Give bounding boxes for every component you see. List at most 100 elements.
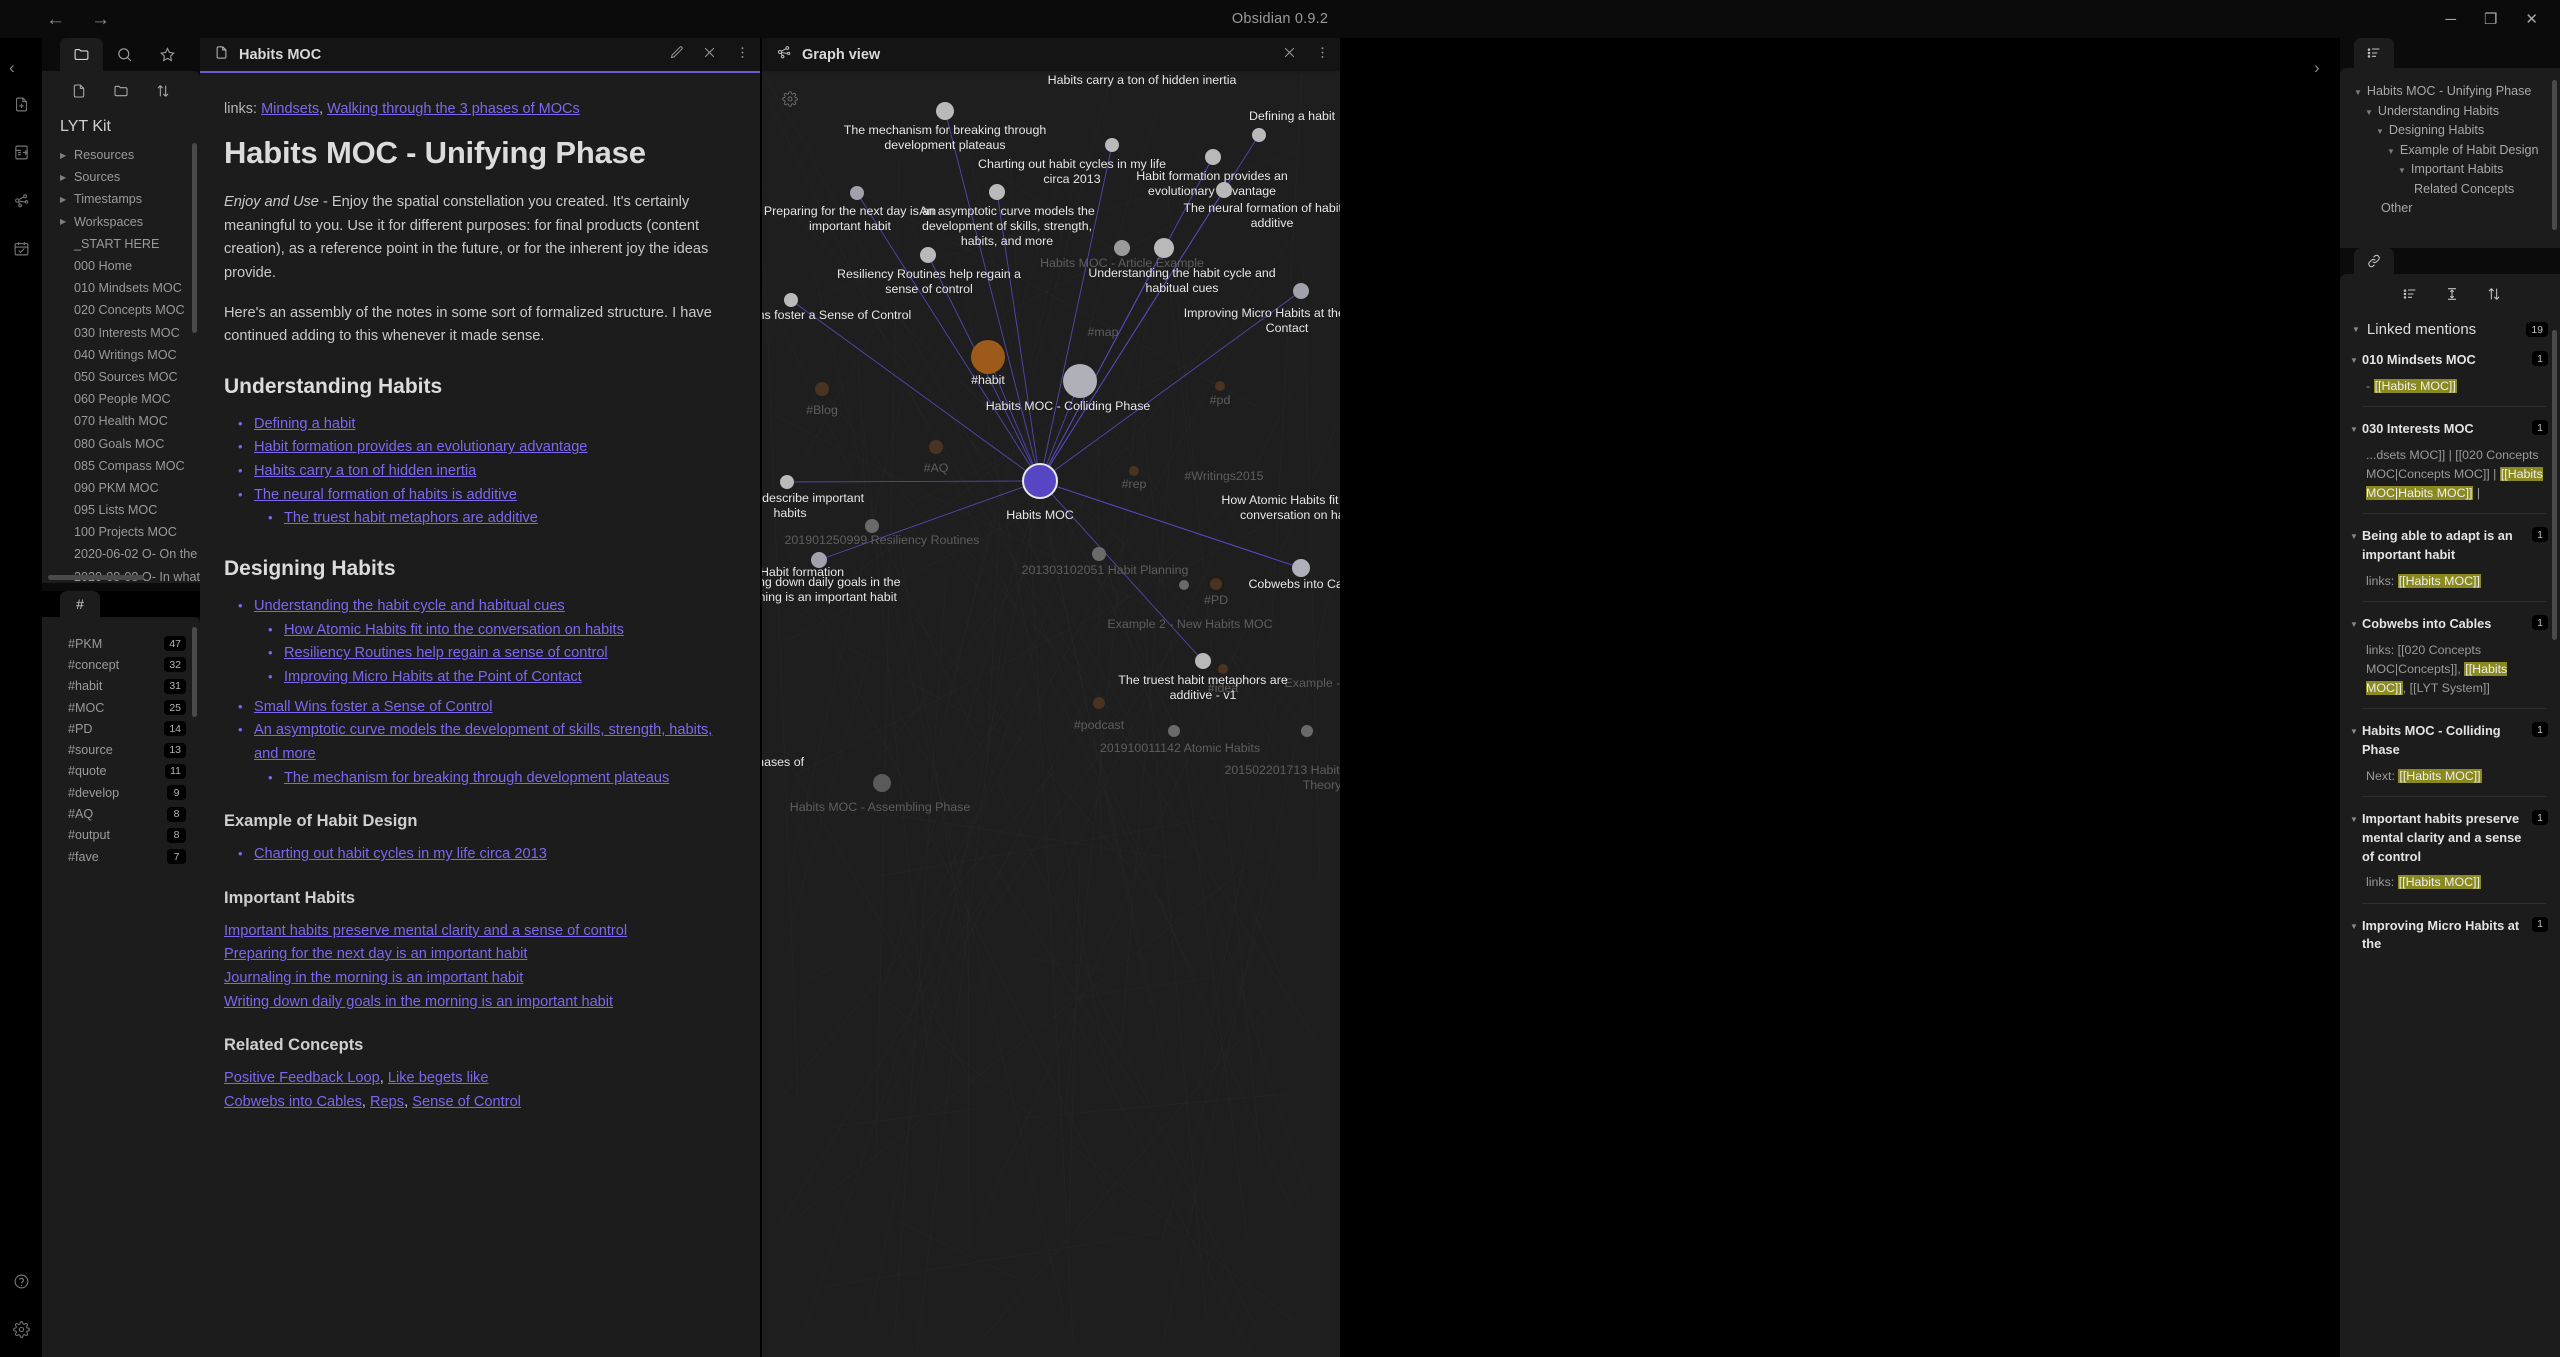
minimize-icon[interactable]: ─ <box>2445 12 2456 27</box>
note-link[interactable]: The neural formation of habits is additi… <box>254 487 517 503</box>
tag-item[interactable]: #concept 32 <box>42 654 200 675</box>
file-tree-hscrollbar[interactable] <box>48 575 144 580</box>
note-link[interactable]: Resiliency Routines help regain a sense … <box>284 645 608 661</box>
graph-node[interactable] <box>1205 149 1221 165</box>
mention-title-row[interactable]: ▼ Improving Micro Habits at the 1 <box>2350 916 2552 954</box>
note-link[interactable]: Habits carry a ton of hidden inertia <box>254 463 476 479</box>
file-item[interactable]: 040 Writings MOC <box>42 344 200 366</box>
note-link[interactable]: Understanding the habit cycle and habitu… <box>254 598 565 614</box>
graph-node[interactable] <box>971 340 1005 374</box>
graph-canvas[interactable]: Habits carry a ton of hidden inertia Defi… <box>762 73 1340 1357</box>
graph-node[interactable] <box>780 475 794 489</box>
graph-node[interactable] <box>1154 238 1174 258</box>
quick-switcher-icon[interactable] <box>13 144 30 166</box>
graph-node[interactable] <box>850 186 864 200</box>
file-item[interactable]: 2020-06-02 O- On the proc <box>42 543 200 565</box>
tab-starred[interactable] <box>146 38 189 71</box>
file-item[interactable]: _START HERE <box>42 233 200 255</box>
graph-node[interactable] <box>1092 547 1106 561</box>
graph-node[interactable] <box>1063 364 1097 398</box>
show-more-context-icon[interactable] <box>2444 286 2460 307</box>
related-concept-link[interactable]: Reps <box>370 1094 404 1110</box>
graph-node[interactable] <box>1195 653 1211 669</box>
mention-title-row[interactable]: ▼ Being able to adapt is an important hab… <box>2350 527 2552 564</box>
tab-backlinks[interactable] <box>2354 248 2394 274</box>
outline-item[interactable]: ▼ Designing Habits <box>2354 121 2552 141</box>
file-item[interactable]: 000 Home <box>42 255 200 277</box>
create-note-icon[interactable] <box>13 96 30 118</box>
outline-item[interactable]: Related Concepts <box>2354 180 2552 200</box>
graph-node[interactable] <box>1252 128 1266 142</box>
outline-item[interactable]: ▼ Example of Habit Design <box>2354 141 2552 161</box>
related-concept-link[interactable]: Sense of Control <box>412 1094 521 1110</box>
folder-item[interactable]: ▶ Resources <box>42 144 200 166</box>
help-icon[interactable] <box>13 1273 30 1295</box>
note-link[interactable]: The truest habit metaphors are additive <box>284 510 538 526</box>
file-item[interactable]: 100 Projects MOC <box>42 521 200 543</box>
related-concept-link[interactable]: Positive Feedback Loop <box>224 1070 380 1086</box>
outline-scrollbar[interactable] <box>2552 80 2557 230</box>
collapse-sidebar-icon[interactable]: ‹ <box>9 58 15 78</box>
file-item[interactable]: 095 Lists MOC <box>42 499 200 521</box>
graph-node[interactable] <box>920 247 936 263</box>
graph-node[interactable] <box>989 184 1005 200</box>
linked-mentions-header[interactable]: ▼ Linked mentions 19 <box>2352 321 2552 338</box>
graph-node[interactable] <box>865 519 879 533</box>
mention-title-row[interactable]: ▼ Habits MOC - Colliding Phase 1 <box>2350 722 2552 759</box>
graph-node[interactable] <box>1215 381 1225 391</box>
outline-item[interactable]: ▼ Important Habits <box>2354 160 2552 180</box>
graph-settings-gear-icon[interactable] <box>782 91 798 112</box>
outline-item[interactable]: ▼ Understanding Habits <box>2354 102 2552 122</box>
tag-item[interactable]: #output 8 <box>42 825 200 846</box>
outline-item[interactable]: ▼ Habits MOC - Unifying Phase <box>2354 82 2552 102</box>
important-habit-link[interactable]: Important habits preserve mental clarity… <box>224 920 730 944</box>
graph-node[interactable] <box>873 774 891 792</box>
graph-node[interactable] <box>1293 283 1309 299</box>
graph-node[interactable] <box>1301 725 1313 737</box>
mention-title-row[interactable]: ▼ Cobwebs into Cables 1 <box>2350 615 2552 634</box>
note-link[interactable]: Improving Micro Habits at the Point of C… <box>284 669 582 685</box>
mention-title-row[interactable]: ▼ 030 Interests MOC 1 <box>2350 420 2552 439</box>
tag-item[interactable]: #PD 14 <box>42 718 200 739</box>
graph-node[interactable] <box>936 102 954 120</box>
tag-list-scrollbar[interactable] <box>192 627 197 717</box>
header-link-walking-phases[interactable]: Walking through the 3 phases of MOCs <box>327 101 580 117</box>
important-habit-link[interactable]: Journaling in the morning is an importan… <box>224 967 730 991</box>
file-item[interactable]: 050 Sources MOC <box>42 366 200 388</box>
note-link[interactable]: Small Wins foster a Sense of Control <box>254 699 492 715</box>
more-options-icon[interactable] <box>735 45 750 65</box>
graph-node[interactable] <box>1216 182 1232 198</box>
maximize-icon[interactable]: ❐ <box>2484 12 2497 27</box>
change-sort-order-icon[interactable] <box>2486 286 2502 307</box>
file-item[interactable]: 080 Goals MOC <box>42 432 200 454</box>
tag-item[interactable]: #AQ 8 <box>42 803 200 824</box>
folder-item[interactable]: ▶ Workspaces <box>42 211 200 233</box>
file-item[interactable]: 085 Compass MOC <box>42 455 200 477</box>
note-link[interactable]: The mechanism for breaking through devel… <box>284 770 669 786</box>
graph-node[interactable] <box>1179 580 1189 590</box>
graph-node[interactable] <box>815 382 829 396</box>
note-link[interactable]: How Atomic Habits fit into the conversat… <box>284 622 624 638</box>
daily-note-icon[interactable] <box>13 240 30 262</box>
editor-tab-header[interactable]: Habits MOC <box>200 38 760 71</box>
graph-node[interactable] <box>811 552 827 568</box>
graph-node[interactable] <box>1292 559 1310 577</box>
tag-item[interactable]: #quote 11 <box>42 761 200 782</box>
graph-node[interactable] <box>784 293 798 307</box>
expand-right-sidebar-icon[interactable]: › <box>2314 58 2320 78</box>
related-concept-link[interactable]: Like begets like <box>388 1070 489 1086</box>
close-tab-icon[interactable] <box>702 45 717 65</box>
tag-item[interactable]: #PKM 47 <box>42 633 200 654</box>
tag-item[interactable]: #develop 9 <box>42 782 200 803</box>
important-habit-link[interactable]: Writing down daily goals in the morning … <box>224 991 730 1015</box>
graph-node[interactable] <box>1022 463 1058 499</box>
note-link[interactable]: An asymptotic curve models the developme… <box>254 722 712 762</box>
tab-outline[interactable] <box>2354 38 2394 68</box>
file-tree-scrollbar[interactable] <box>192 143 197 333</box>
file-item[interactable]: 030 Interests MOC <box>42 322 200 344</box>
graph-tab-header[interactable]: Graph view <box>762 38 1340 71</box>
file-item[interactable]: 060 People MOC <box>42 388 200 410</box>
backlinks-scrollbar[interactable] <box>2552 330 2557 640</box>
graph-node[interactable] <box>1218 664 1228 674</box>
graph-node[interactable] <box>929 440 943 454</box>
